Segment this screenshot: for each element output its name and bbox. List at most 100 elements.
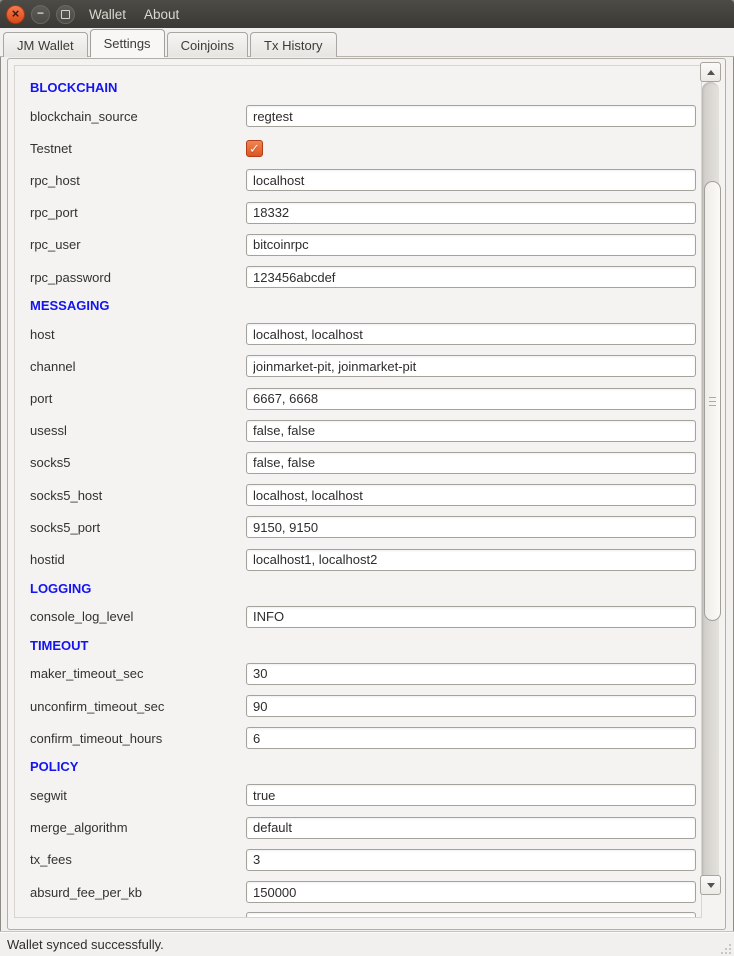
settings-row: unconfirm_timeout_sec	[24, 690, 701, 722]
rpc-user-input[interactable]	[246, 234, 696, 256]
testnet-checkbox[interactable]	[246, 140, 263, 157]
tab-coinjoins[interactable]: Coinjoins	[167, 32, 248, 57]
field-label: merge_algorithm	[30, 820, 246, 835]
settings-row: confirm_timeout_hours	[24, 722, 701, 754]
settings-row: Testnet	[24, 132, 701, 164]
unconfirm-timeout-sec-input[interactable]	[246, 695, 696, 717]
settings-row: hostid	[24, 543, 701, 575]
scrollbar-thumb[interactable]	[704, 181, 721, 621]
field-label: socks5_host	[30, 488, 246, 503]
tx-fees-input[interactable]	[246, 849, 696, 871]
status-bar: Wallet synced successfully.	[0, 931, 734, 956]
blockchain-source-input[interactable]	[246, 105, 696, 127]
vertical-scrollbar	[700, 62, 721, 917]
field-label: blockchain_source	[30, 109, 246, 124]
status-message: Wallet synced successfully.	[7, 937, 164, 952]
field-label: maker_timeout_sec	[30, 666, 246, 681]
rpc-port-input[interactable]	[246, 202, 696, 224]
channel-input[interactable]	[246, 355, 696, 377]
port-input[interactable]	[246, 388, 696, 410]
arrow-up-icon	[707, 70, 715, 75]
field-label: absurd_fee_per_kb	[30, 885, 246, 900]
section-header-policy: POLICY	[24, 754, 701, 779]
settings-row: socks5	[24, 447, 701, 479]
tab-settings[interactable]: Settings	[90, 29, 165, 57]
settings-scroll-viewport: BLOCKCHAIN blockchain_source Testnet rpc…	[14, 65, 702, 918]
settings-pane: BLOCKCHAIN blockchain_source Testnet rpc…	[7, 58, 726, 930]
socks5-input[interactable]	[246, 452, 696, 474]
rpc-host-input[interactable]	[246, 169, 696, 191]
settings-row: host	[24, 318, 701, 350]
field-label: channel	[30, 359, 246, 374]
section-header-logging: LOGGING	[24, 576, 701, 601]
scroll-down-button[interactable]	[700, 875, 721, 895]
field-label: console_log_level	[30, 609, 246, 624]
field-label: rpc_port	[30, 205, 246, 220]
console-log-level-input[interactable]	[246, 606, 696, 628]
usessl-input[interactable]	[246, 420, 696, 442]
settings-row: rpc_port	[24, 197, 701, 229]
field-label: segwit	[30, 788, 246, 803]
resize-grip[interactable]	[719, 942, 731, 954]
app-window: × − Wallet About JM Wallet Settings Coin…	[0, 0, 734, 956]
field-label: socks5	[30, 455, 246, 470]
section-header-blockchain: BLOCKCHAIN	[24, 75, 701, 100]
rpc-password-input[interactable]	[246, 266, 696, 288]
settings-row: rpc_password	[24, 261, 701, 293]
section-header-messaging: MESSAGING	[24, 293, 701, 318]
tab-bar: JM Wallet Settings Coinjoins Tx History	[0, 28, 734, 57]
section-header-timeout: TIMEOUT	[24, 633, 701, 658]
settings-row: tx_fees	[24, 844, 701, 876]
socks5-port-input[interactable]	[246, 516, 696, 538]
settings-row: segwit	[24, 779, 701, 811]
menu-wallet[interactable]: Wallet	[89, 7, 126, 22]
scroll-up-button[interactable]	[700, 62, 721, 82]
absurd-fee-per-kb-input[interactable]	[246, 881, 696, 903]
field-label: Testnet	[30, 141, 246, 156]
socks5-host-input[interactable]	[246, 484, 696, 506]
scrollbar-grip-icon	[709, 397, 716, 406]
settings-row-partial	[24, 908, 701, 918]
field-label: hostid	[30, 552, 246, 567]
settings-row: console_log_level	[24, 601, 701, 633]
settings-row: channel	[24, 350, 701, 382]
hostid-input[interactable]	[246, 549, 696, 571]
segwit-input[interactable]	[246, 784, 696, 806]
settings-row: port	[24, 383, 701, 415]
close-button[interactable]: ×	[6, 5, 25, 24]
host-input[interactable]	[246, 323, 696, 345]
field-label: port	[30, 391, 246, 406]
arrow-down-icon	[707, 883, 715, 888]
scrollbar-track[interactable]	[702, 82, 719, 895]
maker-timeout-sec-input[interactable]	[246, 663, 696, 685]
settings-row: rpc_user	[24, 229, 701, 261]
settings-row: rpc_host	[24, 164, 701, 196]
field-label: tx_fees	[30, 852, 246, 867]
settings-row: absurd_fee_per_kb	[24, 876, 701, 908]
settings-row: socks5_port	[24, 511, 701, 543]
confirm-timeout-hours-input[interactable]	[246, 727, 696, 749]
settings-row: socks5_host	[24, 479, 701, 511]
settings-row: maker_timeout_sec	[24, 658, 701, 690]
tab-jm-wallet[interactable]: JM Wallet	[3, 32, 88, 57]
close-icon: ×	[12, 7, 20, 20]
menu-about[interactable]: About	[144, 7, 179, 22]
field-label: rpc_user	[30, 237, 246, 252]
field-label: socks5_port	[30, 520, 246, 535]
minimize-button[interactable]: −	[31, 5, 50, 24]
maximize-icon	[61, 10, 70, 19]
settings-row: blockchain_source	[24, 100, 701, 132]
field-label: usessl	[30, 423, 246, 438]
partial-input[interactable]	[246, 912, 696, 918]
settings-row: usessl	[24, 415, 701, 447]
tab-tx-history[interactable]: Tx History	[250, 32, 337, 57]
minimize-icon: −	[37, 7, 44, 19]
field-label: rpc_host	[30, 173, 246, 188]
field-label: host	[30, 327, 246, 342]
merge-algorithm-input[interactable]	[246, 817, 696, 839]
settings-row: merge_algorithm	[24, 812, 701, 844]
maximize-button[interactable]	[56, 5, 75, 24]
field-label: confirm_timeout_hours	[30, 731, 246, 746]
field-label: unconfirm_timeout_sec	[30, 699, 246, 714]
titlebar: × − Wallet About	[0, 0, 734, 28]
